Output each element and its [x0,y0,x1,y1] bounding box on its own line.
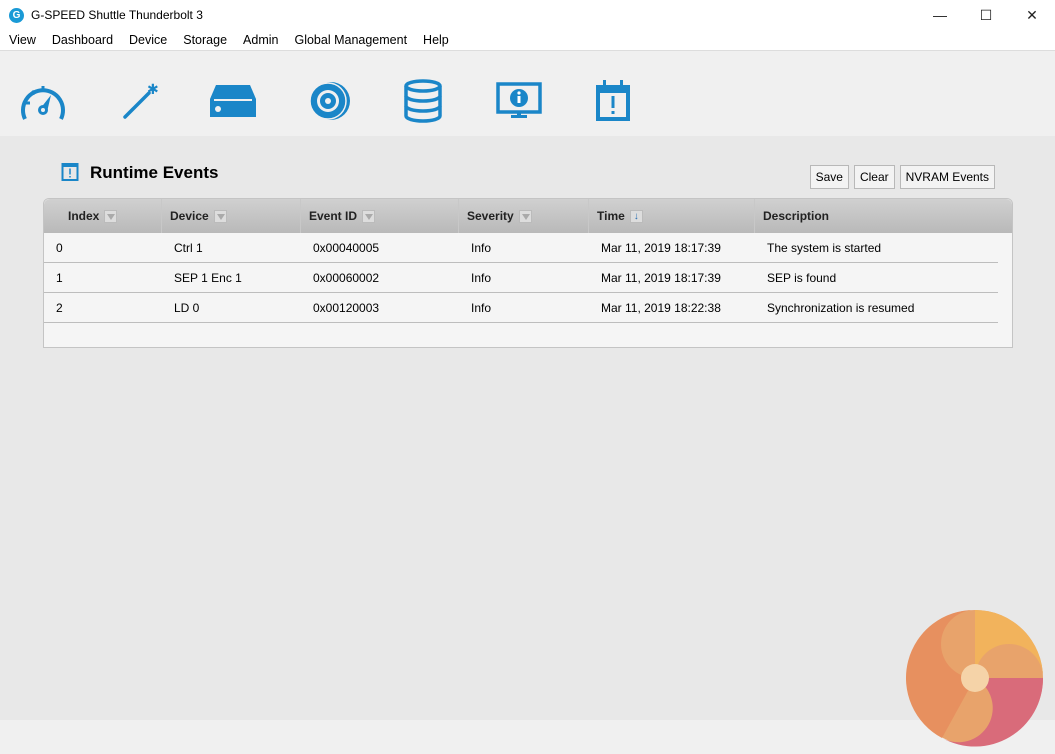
cell-device: Ctrl 1 [174,240,203,255]
status-bar [0,720,1055,754]
menu-dashboard[interactable]: Dashboard [52,33,113,47]
events-calendar-icon[interactable] [588,79,638,123]
maximize-button[interactable]: ☐ [963,0,1009,30]
table-header: Index Device Event ID Severity Time ↓ Des… [44,199,1012,233]
menu-global-management[interactable]: Global Management [294,33,407,47]
sort-descending-icon[interactable]: ↓ [629,209,643,223]
column-device[interactable]: Device [162,199,301,233]
cell-severity: Info [471,240,492,255]
column-event-id[interactable]: Event ID [301,199,459,233]
menu-storage[interactable]: Storage [183,33,227,47]
page-title: Runtime Events [90,162,219,182]
cell-severity: Info [471,270,492,285]
table-row[interactable]: 1 SEP 1 Enc 1 0x00060002 Info Mar 11, 20… [44,263,998,293]
device-drive-icon[interactable] [208,79,258,123]
cell-description: The system is started [767,240,882,255]
cell-time: Mar 11, 2019 18:17:39 [601,240,721,255]
clear-button[interactable]: Clear [853,165,895,189]
column-index[interactable]: Index [44,199,162,233]
info-monitor-icon[interactable] [494,79,544,123]
menu-view[interactable]: View [9,33,36,47]
cell-index: 0 [56,240,63,255]
wizard-wand-icon[interactable]: ✱ [114,79,164,123]
watermark-logo-icon [905,609,1044,747]
cell-description: Synchronization is resumed [767,300,915,315]
storage-disk-icon[interactable] [304,79,354,123]
menu-device[interactable]: Device [129,33,167,47]
filter-icon[interactable] [104,209,118,223]
events-calendar-icon [60,160,80,185]
column-severity[interactable]: Severity [459,199,589,233]
close-button[interactable]: ✕ [1009,0,1055,30]
column-description[interactable]: Description [755,199,1012,233]
cell-index: 1 [56,270,63,285]
database-icon[interactable] [398,79,448,123]
cell-time: Mar 11, 2019 18:22:38 [601,300,721,315]
app-logo-icon: G [9,7,24,23]
column-time[interactable]: Time ↓ [589,199,755,233]
minimize-button[interactable]: — [917,0,963,30]
table-row[interactable]: 0 Ctrl 1 0x00040005 Info Mar 11, 2019 18… [44,233,998,263]
runtime-events-panel: Runtime Events Save Clear NVRAM Events I… [0,136,1055,720]
menu-admin[interactable]: Admin [243,33,278,47]
title-bar: G G-SPEED Shuttle Thunderbolt 3 [0,0,1055,30]
save-button[interactable]: Save [809,165,849,189]
menu-help[interactable]: Help [423,33,449,47]
svg-text:✱: ✱ [147,81,159,97]
window-title: G-SPEED Shuttle Thunderbolt 3 [31,8,203,22]
dashboard-gauge-icon[interactable] [18,79,68,123]
events-table: Index Device Event ID Severity Time ↓ Des… [43,198,1013,348]
cell-time: Mar 11, 2019 18:17:39 [601,270,721,285]
cell-severity: Info [471,300,492,315]
cell-device: LD 0 [174,300,200,315]
cell-event-id: 0x00040005 [313,240,380,255]
cell-event-id: 0x00060002 [313,270,380,285]
cell-device: SEP 1 Enc 1 [174,270,242,285]
cell-index: 2 [56,300,63,315]
filter-icon[interactable] [213,209,227,223]
filter-icon[interactable] [518,209,532,223]
menu-bar: View Dashboard Device Storage Admin Glob… [0,30,1055,50]
filter-icon[interactable] [362,209,376,223]
toolbar: ✱ [0,50,1055,136]
cell-event-id: 0x00120003 [313,300,380,315]
nvram-events-button[interactable]: NVRAM Events [899,165,995,189]
table-row[interactable]: 2 LD 0 0x00120003 Info Mar 11, 2019 18:2… [44,293,998,323]
cell-description: SEP is found [767,270,837,285]
